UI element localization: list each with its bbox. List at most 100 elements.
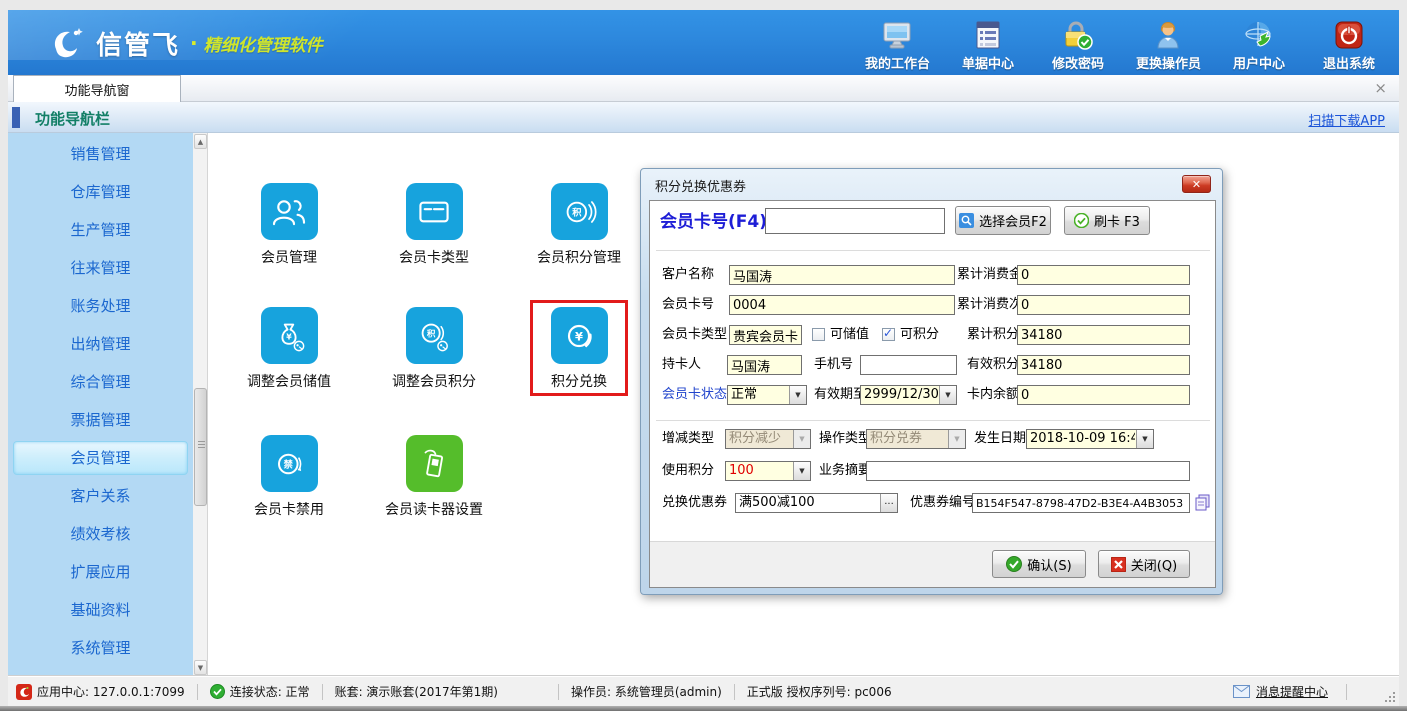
- sidebar-item-accounting[interactable]: 账务处理: [8, 287, 193, 325]
- divider: [656, 420, 1210, 421]
- toolbar-document-center[interactable]: 单据中心: [956, 18, 1020, 72]
- toolbar-change-password[interactable]: 修改密码: [1046, 18, 1110, 72]
- occur-date-select[interactable]: 2018-10-09 16:48 ▼: [1026, 429, 1154, 449]
- change-type-select: 积分减少 ▼: [725, 429, 811, 449]
- scroll-up-icon[interactable]: ▲: [194, 134, 207, 149]
- grid-item-card-type[interactable]: 会员卡类型: [356, 183, 512, 267]
- grid-item-card-disable[interactable]: 禁 会员卡禁用: [211, 435, 367, 519]
- sidebar-item-base-data[interactable]: 基础资料: [8, 591, 193, 629]
- sidebar-item-comprehensive[interactable]: 综合管理: [8, 363, 193, 401]
- grid-item-adjust-points[interactable]: 积 调整会员积分: [356, 307, 512, 391]
- header-toolbar: 我的工作台 单据中心: [865, 18, 1381, 72]
- grid-item-adjust-stored-value[interactable]: ¥ 调整会员储值: [211, 307, 367, 391]
- tab-row: 功能导航窗 ×: [8, 75, 1399, 102]
- sidebar-item-customer-relations[interactable]: 客户关系: [8, 477, 193, 515]
- sidebar-item-membership[interactable]: 会员管理: [13, 441, 188, 475]
- status-separator: [558, 684, 559, 700]
- toolbar-exit-system[interactable]: 退出系统: [1317, 18, 1381, 72]
- magnifier-icon: [959, 213, 974, 228]
- dialog-title[interactable]: 积分兑换优惠券: [655, 176, 746, 195]
- sidebar-item-performance[interactable]: 绩效考核: [8, 515, 193, 553]
- use-points-label: 使用积分: [662, 461, 714, 481]
- member-points-icon: 积: [551, 183, 608, 240]
- sidebar-item-production[interactable]: 生产管理: [8, 211, 193, 249]
- tab-close-icon[interactable]: ×: [1374, 80, 1387, 96]
- status-separator: [197, 684, 198, 700]
- status-separator: [734, 684, 735, 700]
- balance-input[interactable]: [1017, 385, 1190, 405]
- message-center-link[interactable]: 消息提醒中心: [1256, 683, 1328, 700]
- grid-item-points-management[interactable]: 积 会员积分管理: [501, 183, 657, 267]
- grid-item-points-exchange[interactable]: ¥ 积分兑换: [501, 307, 657, 391]
- divider: [656, 250, 1210, 251]
- total-spend-input[interactable]: [1017, 265, 1190, 285]
- brand-name: 信管飞: [96, 25, 180, 62]
- sidebar-item-warehouse[interactable]: 仓库管理: [8, 173, 193, 211]
- dialog-close-icon[interactable]: ✕: [1182, 175, 1211, 193]
- scroll-down-icon[interactable]: ▼: [194, 660, 207, 675]
- close-button[interactable]: 关闭(Q): [1098, 550, 1190, 578]
- sidebar-item-extensions[interactable]: 扩展应用: [8, 553, 193, 591]
- spend-count-input[interactable]: [1017, 295, 1190, 315]
- exchange-coupon-input[interactable]: 满500减100 ...: [735, 493, 898, 513]
- valid-points-input[interactable]: [1017, 355, 1190, 375]
- scrollbar-thumb[interactable]: [194, 388, 207, 506]
- card-type-input[interactable]: [729, 325, 802, 345]
- confirm-button[interactable]: 确认(S): [992, 550, 1086, 578]
- lock-check-icon: [1062, 18, 1094, 50]
- tab-function-navigation[interactable]: 功能导航窗: [13, 75, 181, 102]
- chevron-down-icon[interactable]: ▼: [1136, 430, 1153, 448]
- valid-points-label: 有效积分: [967, 355, 1019, 375]
- status-separator: [1346, 684, 1347, 700]
- browse-ellipsis-button[interactable]: ...: [880, 494, 897, 512]
- grid-item-member-management[interactable]: 会员管理: [211, 183, 367, 267]
- storable-checkbox[interactable]: [812, 328, 825, 341]
- brand-tagline: 精细化管理软件: [204, 31, 323, 56]
- toolbar-switch-operator[interactable]: 更换操作员: [1136, 18, 1201, 72]
- function-nav-bar: 功能导航栏 扫描下载APP: [8, 102, 1399, 133]
- chevron-down-icon[interactable]: ▼: [793, 462, 810, 480]
- status-account: 账套: 演示账套(2017年第1期): [335, 683, 498, 700]
- sidebar-item-bills[interactable]: 票据管理: [8, 401, 193, 439]
- scan-download-app-link[interactable]: 扫描下载APP: [1308, 110, 1385, 129]
- status-license: 正式版 授权序列号: pc006: [747, 683, 892, 700]
- summary-input[interactable]: [866, 461, 1190, 481]
- dialog-body: 会员卡号(F4): 选择会员F2 刷卡 F3 客户名称: [649, 200, 1216, 588]
- points-exchange-icon: ¥: [551, 307, 608, 364]
- select-member-button[interactable]: 选择会员F2: [955, 206, 1051, 235]
- chevron-down-icon[interactable]: ▼: [789, 386, 806, 404]
- card-number-input[interactable]: [729, 295, 955, 315]
- app-logo-icon: [16, 684, 32, 700]
- toolbar-user-center[interactable]: 用户中心: [1227, 18, 1291, 72]
- use-points-select[interactable]: 100 ▼: [725, 461, 811, 481]
- application-window: 信管飞 · 精细化管理软件 我的工作台: [0, 0, 1407, 711]
- card-status-select[interactable]: 正常 ▼: [727, 385, 807, 405]
- coupon-number-input[interactable]: [972, 493, 1190, 513]
- copy-icon[interactable]: [1195, 494, 1210, 511]
- total-points-input[interactable]: [1017, 325, 1190, 345]
- coupon-number-label: 优惠券编号: [910, 493, 975, 513]
- scrollbar-grip: [198, 444, 205, 445]
- resize-grip[interactable]: [1383, 690, 1395, 702]
- swipe-card-button[interactable]: 刷卡 F3: [1064, 206, 1150, 235]
- sidebar-scrollbar[interactable]: ▲ ▼: [193, 133, 208, 676]
- sidebar-item-sales[interactable]: 销售管理: [8, 135, 193, 173]
- sidebar-item-cashier[interactable]: 出纳管理: [8, 325, 193, 363]
- sidebar-item-contacts[interactable]: 往来管理: [8, 249, 193, 287]
- card-disable-icon: 禁: [261, 435, 318, 492]
- holder-input[interactable]: [727, 355, 802, 375]
- grid-item-card-reader-settings[interactable]: 会员读卡器设置: [356, 435, 512, 519]
- customer-name-input[interactable]: [729, 265, 955, 285]
- chevron-down-icon[interactable]: ▼: [939, 386, 956, 404]
- card-reader-icon: [406, 435, 463, 492]
- toolbar-my-workbench[interactable]: 我的工作台: [865, 18, 930, 72]
- adjust-stored-value-icon: ¥: [261, 307, 318, 364]
- sidebar-item-system[interactable]: 系统管理: [8, 629, 193, 667]
- member-card-number-input[interactable]: [765, 208, 945, 234]
- valid-until-select[interactable]: 2999/12/30 ▼: [860, 385, 957, 405]
- phone-input[interactable]: [860, 355, 957, 375]
- card-number-label: 会员卡号: [662, 295, 714, 315]
- phone-label: 手机号: [814, 355, 853, 375]
- pointable-checkbox[interactable]: [882, 328, 895, 341]
- sidebar-nav: 销售管理 仓库管理 生产管理 往来管理 账务处理 出纳管理 综合管理 票据管理 …: [8, 133, 193, 676]
